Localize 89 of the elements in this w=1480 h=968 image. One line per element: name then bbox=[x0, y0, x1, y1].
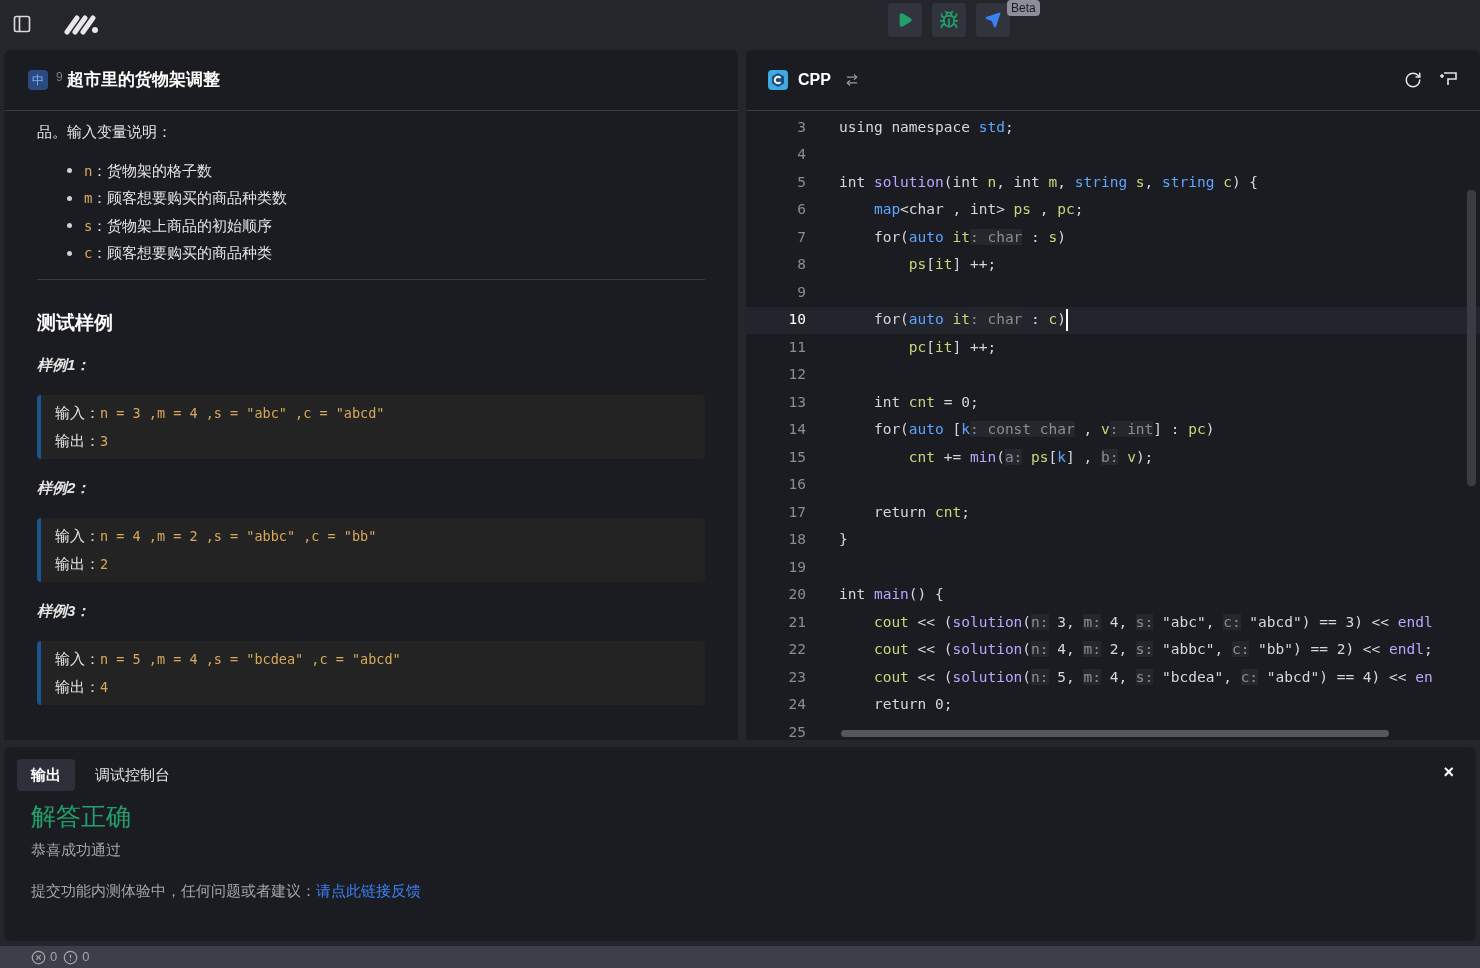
output-tab[interactable]: 输出 bbox=[17, 759, 75, 791]
language-label[interactable]: CPP bbox=[798, 68, 831, 92]
error-count: 0 bbox=[50, 948, 58, 967]
problem-title: 超市里的货物架调整 bbox=[66, 69, 220, 92]
text-cursor bbox=[1066, 309, 1069, 332]
line-number: 19 bbox=[787, 557, 806, 577]
code-line: map<char , int> ps , pc; bbox=[872, 200, 1084, 220]
output-line-text: 输出：2 bbox=[55, 554, 109, 574]
paper-plane-icon bbox=[985, 12, 1001, 28]
code-line: cout << (solution(n: 4, m: 2, s: "abbc", c: "bb") == 2) << endl; bbox=[872, 640, 1433, 660]
line-number: 18 bbox=[787, 530, 806, 550]
intro-text: 品。输入变量说明： bbox=[37, 122, 173, 142]
sample-title: 样例3： bbox=[37, 601, 91, 621]
result-message: 恭喜成功通过 bbox=[31, 840, 121, 860]
run-button[interactable] bbox=[888, 3, 922, 37]
warning-count: 0 bbox=[82, 948, 90, 967]
line-number: 24 bbox=[787, 695, 806, 715]
sample-title: 样例2： bbox=[37, 478, 91, 498]
line-number: 4 bbox=[796, 145, 806, 165]
variable-description: m：顾客想要购买的商品种类数 bbox=[84, 188, 288, 208]
feedback-link[interactable]: 请点此链接反馈 bbox=[316, 881, 421, 899]
code-line: } bbox=[839, 530, 848, 550]
warning-icon bbox=[63, 949, 79, 965]
problem-number: 9 bbox=[56, 69, 63, 86]
line-number: 12 bbox=[787, 365, 806, 385]
line-number: 14 bbox=[787, 420, 806, 440]
variable-description: c：顾客想要购买的商品种类 bbox=[84, 243, 273, 263]
code-line: pc[it] ++; bbox=[907, 337, 997, 357]
bullet-icon bbox=[67, 168, 72, 174]
code-line: int cnt = 0; bbox=[872, 392, 979, 412]
output-line-text: 输出：3 bbox=[55, 431, 109, 451]
feedback-text: 提交功能内测体验中，任何问题或者建议：请点此链接反馈 bbox=[31, 880, 421, 901]
code-line: using namespace std; bbox=[839, 117, 1014, 137]
sample-title: 样例1： bbox=[37, 355, 91, 375]
code-line: cnt += min(a: ps[k] , b: v); bbox=[907, 447, 1154, 467]
code-line: cout << (solution(n: 3, m: 4, s: "abc", c: "abcd") == 3) << endl bbox=[872, 612, 1433, 632]
code-line: for(auto it: char : s) bbox=[872, 227, 1067, 247]
line-number: 23 bbox=[787, 667, 806, 687]
code-line: cout << (solution(n: 5, m: 4, s: "bcdea", c: "abcd") == 4) << en bbox=[872, 667, 1433, 687]
output-tab[interactable]: 调试控制台 bbox=[81, 759, 184, 791]
line-number: 11 bbox=[787, 337, 806, 357]
code-line: int solution(int n, int m, string s, string c) { bbox=[839, 172, 1259, 192]
language-logo-icon bbox=[768, 70, 788, 90]
code-line: ps[it] ++; bbox=[907, 255, 997, 275]
line-number: 5 bbox=[796, 172, 806, 192]
bullet-icon bbox=[67, 250, 72, 256]
difficulty-badge: 中 bbox=[28, 70, 48, 90]
line-number: 16 bbox=[787, 475, 806, 495]
bug-icon bbox=[939, 10, 959, 30]
section-title: 测试样例 bbox=[37, 311, 114, 335]
line-number: 9 bbox=[796, 282, 806, 302]
vertical-scrollbar[interactable] bbox=[1467, 190, 1476, 486]
bullet-icon bbox=[67, 223, 72, 229]
close-button[interactable]: × bbox=[1443, 763, 1454, 781]
play-icon bbox=[897, 12, 913, 28]
input-line-text: 输入：n = 5 ,m = 4 ,s = "bcdea" ,c = "abcd" bbox=[55, 649, 401, 669]
line-number: 25 bbox=[787, 722, 806, 740]
debug-button[interactable] bbox=[932, 3, 966, 37]
error-icon bbox=[31, 949, 46, 965]
switch-language-icon[interactable] bbox=[844, 73, 859, 87]
bullet-icon bbox=[67, 195, 72, 201]
line-number: 10 bbox=[787, 310, 806, 330]
beta-badge: Beta bbox=[1007, 0, 1040, 16]
line-number: 6 bbox=[796, 200, 806, 220]
output-line-text: 输出：4 bbox=[55, 677, 109, 697]
sidebar-toggle-icon[interactable] bbox=[12, 14, 32, 34]
variable-description: s：货物架上商品的初始顺序 bbox=[84, 215, 273, 236]
reset-icon[interactable] bbox=[1404, 71, 1422, 89]
line-number: 17 bbox=[787, 502, 806, 522]
variable-description: n：货物架的格子数 bbox=[84, 160, 213, 181]
code-line: int main() { bbox=[839, 585, 944, 605]
code-line: for(auto [k: const char , v: int] : pc) bbox=[872, 420, 1215, 440]
horizontal-scrollbar[interactable] bbox=[841, 730, 1389, 737]
line-number: 3 bbox=[796, 117, 806, 137]
line-number: 22 bbox=[787, 640, 806, 660]
line-number: 7 bbox=[796, 227, 806, 247]
line-number: 8 bbox=[796, 255, 806, 275]
code-line: return 0; bbox=[872, 695, 953, 715]
line-number: 20 bbox=[787, 585, 806, 605]
code-line: for(auto it: char : c) bbox=[872, 310, 1067, 330]
code-line: return cnt; bbox=[872, 502, 970, 522]
line-number: 21 bbox=[787, 612, 806, 632]
input-line-text: 输入：n = 3 ,m = 4 ,s = "abc" ,c = "abcd" bbox=[55, 403, 385, 423]
line-number: 15 bbox=[787, 447, 806, 467]
submit-button[interactable] bbox=[976, 3, 1010, 37]
input-line-text: 输入：n = 4 ,m = 2 ,s = "abbc" ,c = "bb" bbox=[55, 526, 377, 546]
line-number: 13 bbox=[787, 392, 806, 412]
result-title: 解答正确 bbox=[31, 801, 131, 832]
logo-icon bbox=[64, 13, 100, 35]
